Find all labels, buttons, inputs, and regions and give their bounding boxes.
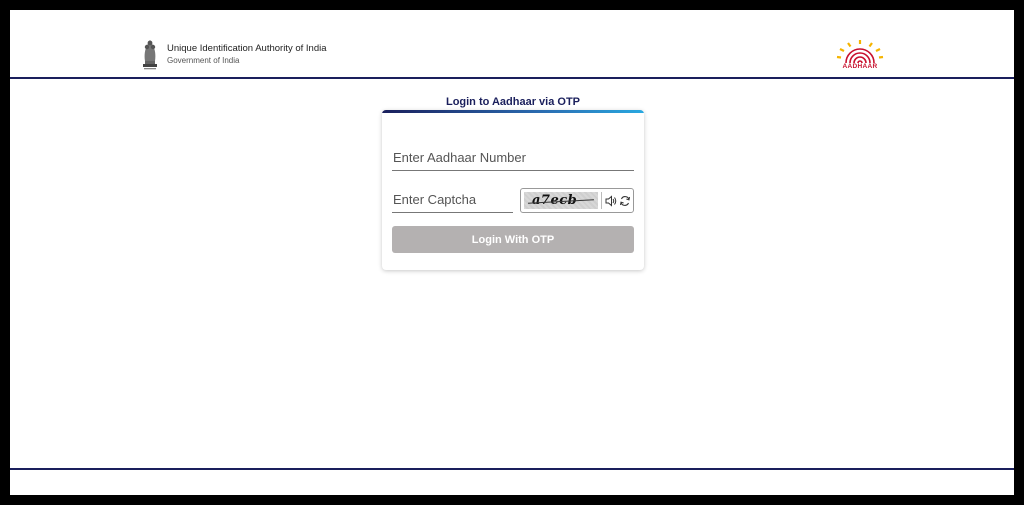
login-title: Login to Aadhaar via OTP [445,96,581,108]
captcha-divider [601,192,602,209]
login-card: a7ecb Login With OTP [382,110,644,270]
org-name: Unique Identification Authority of India [167,43,327,54]
captcha-image: a7ecb [524,192,598,209]
speaker-icon[interactable] [605,194,617,208]
page: Unique Identification Authority of India… [10,10,1014,495]
login-with-otp-button[interactable]: Login With OTP [392,226,634,253]
captcha-input[interactable] [392,189,513,213]
aadhaar-number-input[interactable] [392,147,634,171]
org-title-block: Unique Identification Authority of India… [167,43,327,66]
refresh-icon[interactable] [619,194,631,208]
org-subtitle: Government of India [167,56,240,65]
aadhaar-fingerprint-icon [836,40,884,64]
footer-divider [10,468,1014,470]
card-accent-bar [382,110,644,113]
aadhaar-logo-text: AADHAAR [842,63,878,70]
national-emblem-icon [143,40,157,70]
aadhaar-logo: AADHAAR [834,38,886,72]
site-header: Unique Identification Authority of India… [10,10,1014,79]
captcha-box: a7ecb [520,188,634,213]
